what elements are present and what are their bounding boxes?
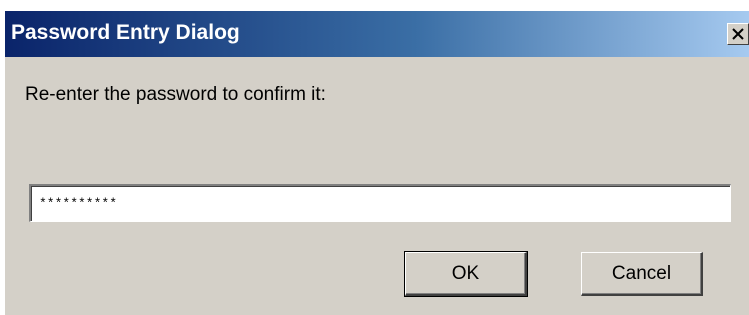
window-title: Password Entry Dialog	[11, 21, 240, 44]
close-icon	[732, 28, 744, 40]
close-button[interactable]	[727, 23, 749, 45]
password-confirm-input[interactable]	[29, 184, 731, 222]
title-bar[interactable]: Password Entry Dialog	[5, 11, 749, 57]
cancel-button[interactable]: Cancel	[581, 252, 703, 296]
password-entry-dialog: Password Entry Dialog Re-enter the passw…	[4, 10, 749, 315]
prompt-label: Re-enter the password to confirm it:	[25, 84, 326, 105]
ok-button[interactable]: OK	[404, 251, 528, 297]
